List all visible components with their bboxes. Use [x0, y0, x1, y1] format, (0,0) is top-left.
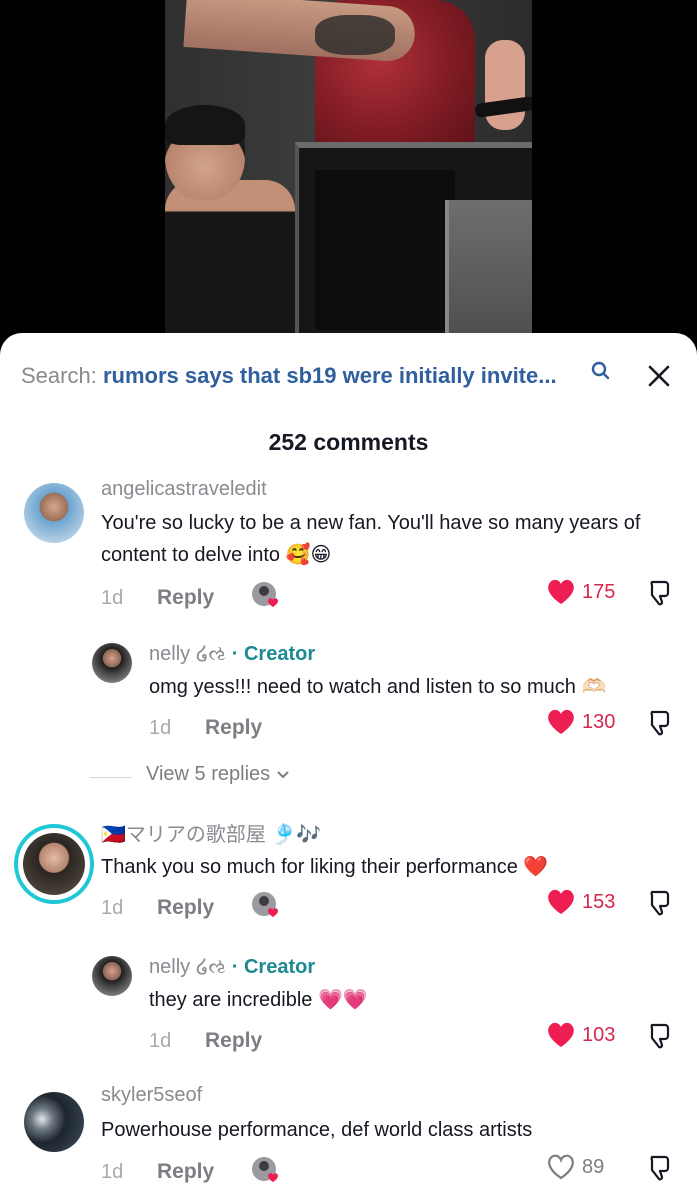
heart-icon — [548, 889, 574, 914]
reply-text: they are incredible 💗💗 — [149, 989, 368, 1011]
search-query[interactable]: rumors says that sb19 were initially inv… — [103, 363, 557, 388]
video-dancer-hair — [165, 105, 245, 145]
avatar[interactable] — [24, 1092, 84, 1152]
video-hand — [485, 40, 525, 130]
reply-time: 1d — [149, 717, 172, 739]
like-count: 130 — [582, 711, 616, 733]
heart-icon — [548, 1022, 574, 1047]
video-dancer-body — [165, 180, 295, 345]
comment-username[interactable]: angelicastraveledit — [101, 478, 267, 501]
dislike-icon[interactable] — [645, 578, 675, 608]
reply-username-text: nelly ໒ઌ — [149, 643, 227, 665]
reply-username-text: nelly ໒ઌ — [149, 956, 227, 978]
reply-button[interactable]: Reply — [205, 1029, 262, 1053]
like-button[interactable]: 130 — [546, 708, 626, 738]
dislike-icon[interactable] — [645, 1153, 675, 1183]
comment-time: 1d — [101, 1161, 124, 1183]
comments-sheet: Search: rumors says that sb19 were initi… — [0, 333, 697, 1199]
chevron-down-icon — [276, 771, 289, 779]
liked-by-creator-icon — [252, 892, 278, 917]
reply-button[interactable]: Reply — [157, 896, 214, 920]
like-count: 89 — [582, 1156, 605, 1178]
dislike-icon[interactable] — [645, 708, 675, 738]
reply-username[interactable]: nelly ໒ઌ · Creator — [149, 641, 315, 666]
like-button[interactable]: 103 — [546, 1021, 626, 1051]
avatar[interactable] — [24, 483, 84, 543]
heart-icon — [548, 709, 574, 734]
view-replies-divider — [90, 777, 132, 778]
view-replies-label: View 5 replies — [146, 763, 290, 786]
comment-count: 252 comments — [268, 429, 429, 455]
creator-badge: · Creator — [231, 956, 316, 978]
comment-text: Powerhouse performance, def world class … — [101, 1119, 533, 1141]
video-player[interactable] — [0, 0, 697, 345]
avatar[interactable] — [92, 956, 132, 996]
search-text[interactable]: Search: rumors says that sb19 were initi… — [21, 363, 557, 389]
reply-button[interactable]: Reply — [205, 716, 262, 740]
reply-button[interactable]: Reply — [157, 1160, 214, 1184]
avatar — [23, 833, 85, 895]
video-frame — [165, 0, 532, 345]
like-button[interactable]: 153 — [546, 888, 626, 918]
dislike-icon[interactable] — [645, 888, 675, 918]
like-count: 153 — [582, 891, 616, 913]
like-count: 175 — [582, 581, 616, 603]
reply-button[interactable]: Reply — [157, 586, 214, 610]
avatar[interactable] — [92, 643, 132, 683]
comment-time: 1d — [101, 897, 124, 919]
search-bar[interactable]: Search: rumors says that sb19 were initi… — [0, 333, 697, 423]
comment-username[interactable]: skyler5seof — [101, 1084, 202, 1107]
like-button[interactable]: 175 — [546, 578, 626, 608]
avatar-story-ring[interactable] — [14, 824, 94, 904]
like-button[interactable]: 89 — [546, 1153, 626, 1183]
comment-text: You're so lucky to be a new fan. You'll … — [101, 512, 641, 566]
comment-text: Thank you so much for liking their perfo… — [101, 856, 549, 878]
heart-outline-icon — [548, 1154, 574, 1180]
liked-by-creator-icon — [252, 582, 278, 607]
video-speaker-box — [445, 200, 532, 345]
liked-by-creator-icon — [252, 1157, 278, 1182]
comment-time: 1d — [101, 587, 124, 609]
creator-badge: · Creator — [231, 643, 316, 665]
comment-username[interactable]: 🇵🇭マリアの歌部屋 🎐🎶 — [101, 818, 321, 847]
reply-text: omg yess!!! need to watch and listen to … — [149, 676, 607, 698]
dislike-icon[interactable] — [645, 1021, 675, 1051]
reply-username[interactable]: nelly ໒ઌ · Creator — [149, 954, 315, 979]
close-icon[interactable] — [644, 361, 674, 391]
like-count: 103 — [582, 1024, 616, 1046]
video-monitor-screen — [315, 170, 455, 330]
search-icon[interactable] — [590, 360, 612, 382]
search-prefix: Search: — [21, 363, 97, 388]
reply-time: 1d — [149, 1030, 172, 1052]
video-tattoo — [315, 15, 395, 55]
heart-icon — [548, 579, 574, 604]
